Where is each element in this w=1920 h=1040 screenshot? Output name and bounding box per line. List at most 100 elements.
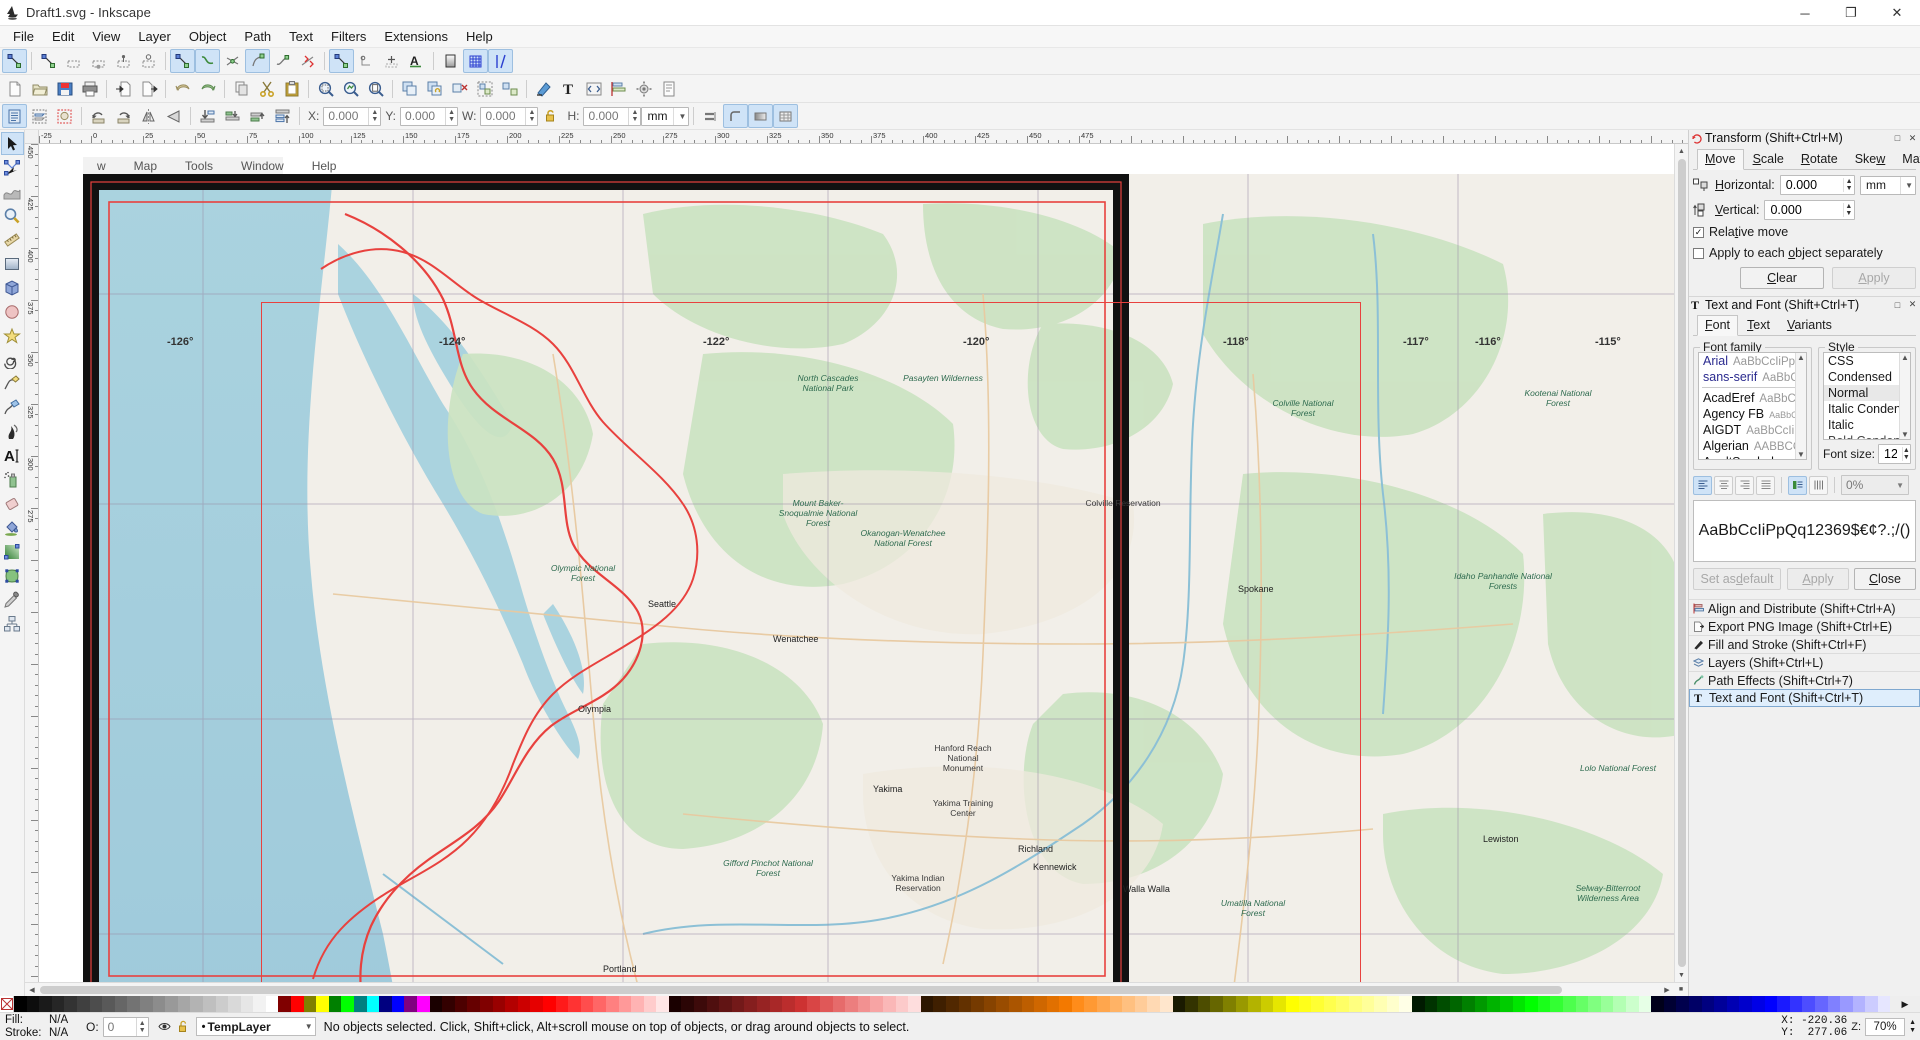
vertical-scrollbar[interactable]: ▲ ▼	[1674, 144, 1688, 982]
y-input[interactable]	[401, 107, 446, 125]
collapsed-path-effects[interactable]: Path Effects (Shift+Ctrl+7)	[1689, 671, 1920, 689]
deselect-button[interactable]	[52, 104, 77, 128]
palette-swatch[interactable]	[1223, 996, 1236, 1012]
palette-swatch[interactable]	[442, 996, 455, 1012]
font-list-scrollbar[interactable]: ▲ ▼	[1795, 353, 1806, 459]
scroll-down-icon[interactable]: ▼	[1901, 430, 1909, 439]
palette-swatch[interactable]	[505, 996, 518, 1012]
vertical-text-button[interactable]	[1809, 475, 1828, 495]
font-size-input-wrap[interactable]: ▲▼	[1878, 444, 1911, 464]
palette-swatch[interactable]	[517, 996, 531, 1012]
snap-bbox-edge-midpoints-button[interactable]	[111, 49, 136, 73]
h-spinner[interactable]: ▲ ▼	[628, 107, 641, 125]
map-menu-help[interactable]: Help	[298, 159, 351, 173]
palette-swatch[interactable]	[1726, 996, 1740, 1012]
snap-bbox-centers-button[interactable]	[136, 49, 161, 73]
palette-swatch[interactable]	[1437, 996, 1450, 1012]
palette-swatch[interactable]	[681, 996, 695, 1012]
palette-swatch[interactable]	[1097, 996, 1110, 1012]
palette-swatch[interactable]	[857, 996, 871, 1012]
transform-float-button[interactable]: □	[1892, 133, 1903, 143]
palette-swatch[interactable]	[1600, 996, 1614, 1012]
horizontal-scroll-thumb[interactable]	[40, 985, 1562, 994]
redo-icon[interactable]	[195, 77, 220, 101]
collapsed-align-and-distribute[interactable]: Align and Distribute (Shift+Ctrl+A)	[1689, 599, 1920, 617]
menu-extensions[interactable]: Extensions	[375, 27, 457, 47]
lower-to-bottom-button[interactable]	[195, 104, 220, 128]
vertical-scroll-thumb[interactable]	[1677, 159, 1686, 967]
horizontal-ruler[interactable]: -25 0 25 50 75 100 125 150 175 200 225 250 275 300 325…	[39, 130, 1688, 144]
palette-swatch[interactable]	[127, 996, 140, 1012]
palette-swatch[interactable]	[1386, 996, 1400, 1012]
zoom-field[interactable]: 70%	[1865, 1017, 1906, 1036]
spray-tool[interactable]	[1, 468, 24, 491]
palette-swatch[interactable]	[139, 996, 153, 1012]
palette-swatch[interactable]	[1160, 996, 1173, 1012]
rotate-90-cw-button[interactable]	[111, 104, 136, 128]
palette-swatch[interactable]	[933, 996, 946, 1012]
tab-variants[interactable]: Variants	[1779, 315, 1840, 335]
new-document-icon[interactable]	[2, 77, 27, 101]
palette-swatch[interactable]	[1814, 996, 1828, 1012]
palette-swatch[interactable]	[1512, 996, 1526, 1012]
font-family-item[interactable]: AcadEref AaBbCc	[1699, 390, 1806, 406]
vertical-input[interactable]	[1765, 203, 1843, 217]
transform-apply-button[interactable]: Apply	[1832, 267, 1916, 289]
palette-swatch[interactable]	[807, 996, 820, 1012]
palette-swatch[interactable]	[102, 996, 115, 1012]
palette-swatch[interactable]	[1764, 996, 1778, 1012]
align-center-button[interactable]	[1714, 475, 1733, 495]
palette-swatch[interactable]	[240, 996, 254, 1012]
palette-swatch[interactable]	[89, 996, 103, 1012]
palette-swatch[interactable]	[1008, 996, 1022, 1012]
transform-dialog-header[interactable]: Transform (Shift+Ctrl+M) □ ✕	[1689, 130, 1920, 146]
opacity-input[interactable]	[103, 1017, 136, 1036]
palette-swatch[interactable]	[1059, 996, 1072, 1012]
zoom-spinner[interactable]: ▲ ▼	[1909, 1019, 1916, 1035]
palette-swatch[interactable]	[1411, 996, 1425, 1012]
palette-swatch[interactable]	[1676, 996, 1689, 1012]
collapsed-fill-and-stroke[interactable]: Fill and Stroke (Shift+Ctrl+F)	[1689, 635, 1920, 653]
palette-swatch[interactable]	[1298, 996, 1312, 1012]
tweak-tool[interactable]	[1, 180, 24, 203]
scroll-left-button[interactable]: ◀	[25, 983, 39, 997]
ellipse-tool[interactable]	[1, 300, 24, 323]
ruler-corner[interactable]	[25, 130, 39, 144]
palette-swatch[interactable]	[152, 996, 166, 1012]
export-icon[interactable]	[136, 77, 161, 101]
flip-vertical-button[interactable]	[161, 104, 186, 128]
unlock-icon[interactable]	[178, 1020, 189, 1033]
font-family-item[interactable]: Agency FB AaBbCcIiPp	[1699, 406, 1806, 422]
palette-swatch[interactable]	[1852, 996, 1866, 1012]
palette-swatch[interactable]	[1663, 996, 1677, 1012]
align-and-distribute-icon[interactable]	[606, 77, 631, 101]
font-family-item[interactable]: AmdtSymbols	[1699, 454, 1806, 459]
palette-swatch[interactable]	[794, 996, 808, 1012]
units-select[interactable]: mm ▼	[641, 106, 690, 126]
tab-text[interactable]: Text	[1739, 315, 1778, 335]
palette-swatch[interactable]	[568, 996, 581, 1012]
cut-icon[interactable]	[254, 77, 279, 101]
palette-swatch[interactable]	[542, 996, 556, 1012]
y-spinner[interactable]: ▲ ▼	[445, 107, 458, 125]
palette-swatch[interactable]	[14, 996, 27, 1012]
menu-edit[interactable]: Edit	[43, 27, 83, 47]
snap-nodes-paths-button[interactable]	[170, 49, 195, 73]
palette-swatch[interactable]	[668, 996, 682, 1012]
palette-scroll-button[interactable]: ▶	[1890, 996, 1920, 1012]
text-font-close-button[interactable]: ✕	[1907, 299, 1918, 310]
palette-swatch[interactable]	[114, 996, 128, 1012]
palette-swatch[interactable]	[1739, 996, 1752, 1012]
style-item-selected[interactable]: Normal	[1824, 385, 1910, 401]
palette-swatch[interactable]	[64, 996, 77, 1012]
palette-swatch[interactable]	[656, 996, 669, 1012]
palette-swatch[interactable]	[1865, 996, 1878, 1012]
menu-help[interactable]: Help	[457, 27, 502, 47]
layer-select[interactable]: • TempLayer ▼	[195, 1017, 316, 1036]
w-spinner[interactable]: ▲ ▼	[525, 107, 538, 125]
apply-each-checkbox[interactable]	[1693, 247, 1704, 259]
palette-swatch[interactable]	[1084, 996, 1098, 1012]
x-field[interactable]: ▲▼	[323, 106, 382, 126]
font-size-spinner[interactable]: ▲ ▼	[1901, 447, 1910, 461]
preferences-icon[interactable]	[631, 77, 656, 101]
